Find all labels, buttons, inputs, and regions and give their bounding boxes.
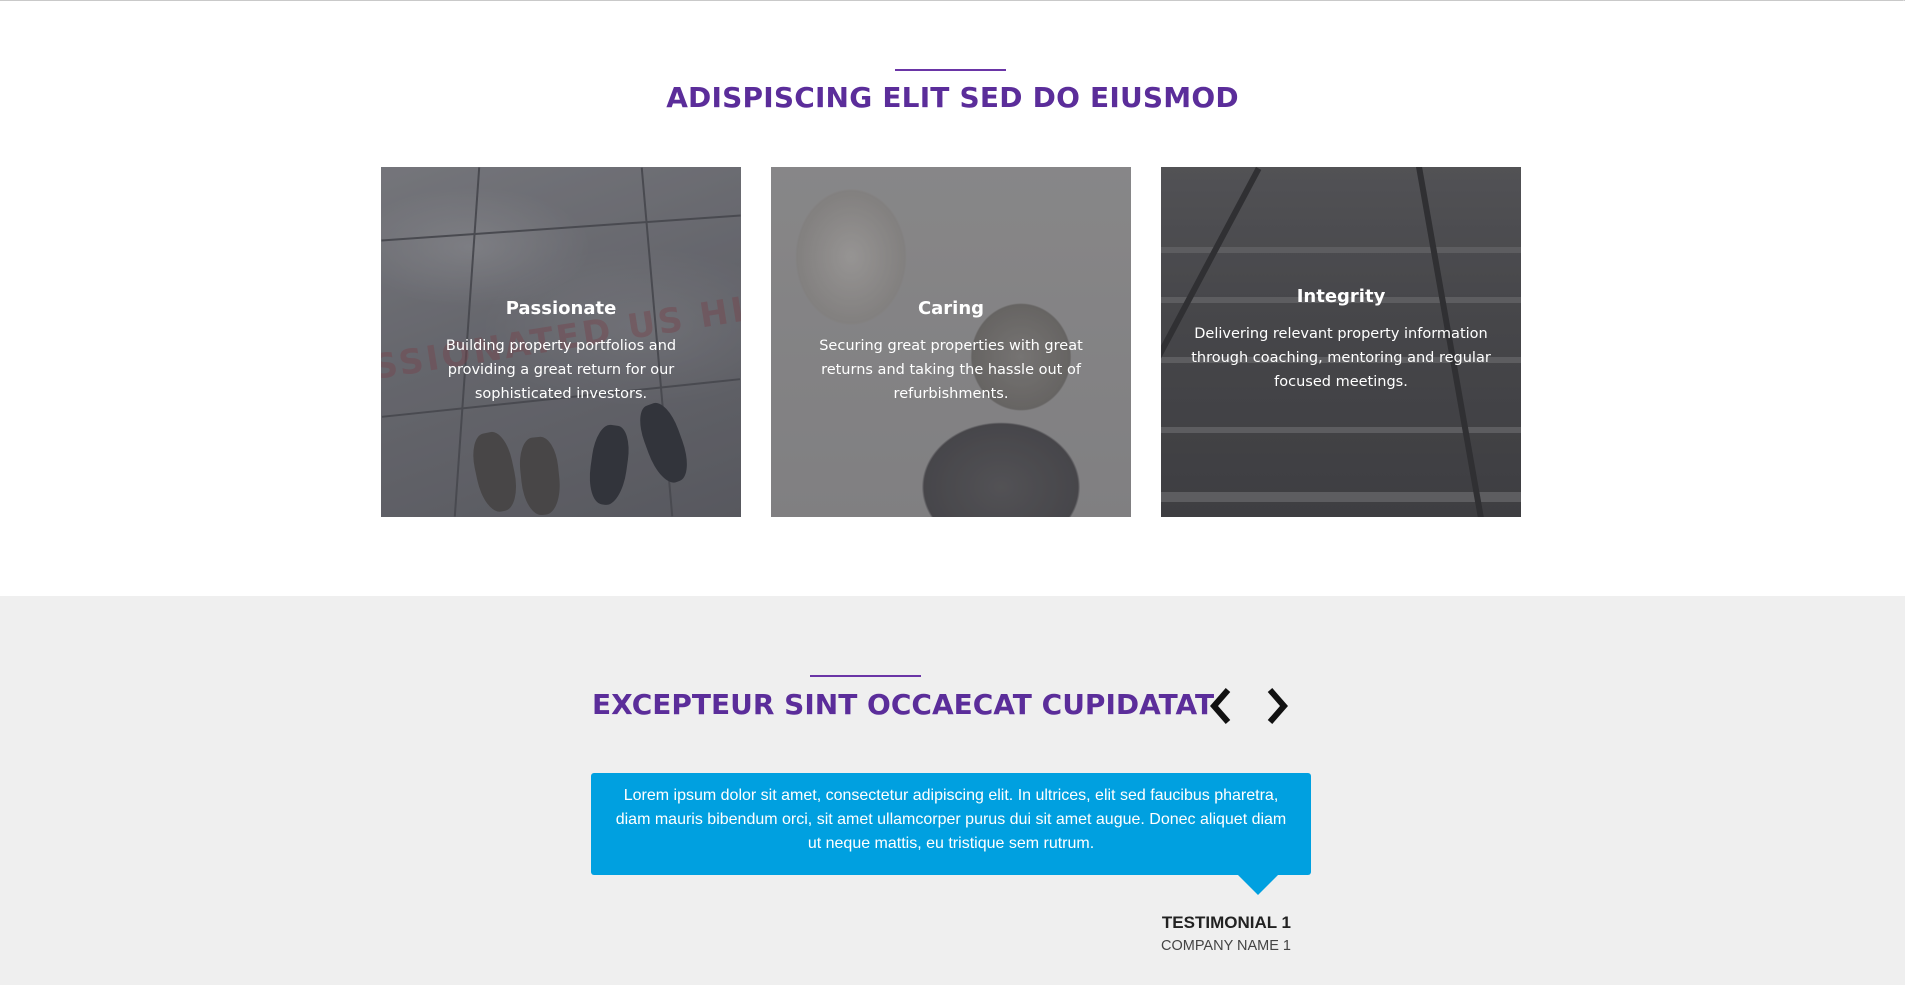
testimonial-quote-box: Lorem ipsum dolor sit amet, consectetur … <box>591 773 1311 875</box>
card-title: Integrity <box>1296 286 1386 307</box>
value-card-passionate: SSIONATED US HI Passionate Building prop… <box>381 167 741 517</box>
card-title: Passionate <box>505 298 617 319</box>
testimonials-heading: EXCEPTEUR SINT OCCAECAT CUPIDATAT <box>592 688 1215 721</box>
card-description: Delivering relevant property information… <box>1191 326 1491 390</box>
value-card-caring: Caring Securing great properties with gr… <box>771 167 1131 517</box>
quote-pointer <box>1238 875 1278 895</box>
testimonial-company-name: COMPANY NAME 1 <box>1161 938 1291 954</box>
chevron-left-icon <box>1210 688 1231 724</box>
card-title: Caring <box>917 298 985 319</box>
values-heading: ADISPISCING ELIT SED DO EIUSMOD <box>666 81 1239 114</box>
next-testimonial-button[interactable] <box>1257 686 1297 726</box>
values-section: ADISPISCING ELIT SED DO EIUSMOD SSIONATE… <box>0 1 1905 596</box>
testimonial-quote: Lorem ipsum dolor sit amet, consectetur … <box>615 787 1287 852</box>
heading-accent-line <box>810 675 921 677</box>
value-card-integrity: Integrity Delivering relevant property i… <box>1161 167 1521 517</box>
chevron-right-icon <box>1267 688 1288 724</box>
card-description: Securing great properties with great ret… <box>819 338 1083 402</box>
heading-accent-line <box>895 69 1006 71</box>
testimonial-author: TESTIMONIAL 1 COMPANY NAME 1 <box>1161 912 1291 958</box>
testimonials-section: EXCEPTEUR SINT OCCAECAT CUPIDATAT Lorem … <box>0 596 1905 985</box>
card-description: Building property portfolios and providi… <box>445 338 677 402</box>
testimonial-author-name: TESTIMONIAL 1 <box>1161 913 1291 932</box>
previous-testimonial-button[interactable] <box>1201 686 1241 726</box>
